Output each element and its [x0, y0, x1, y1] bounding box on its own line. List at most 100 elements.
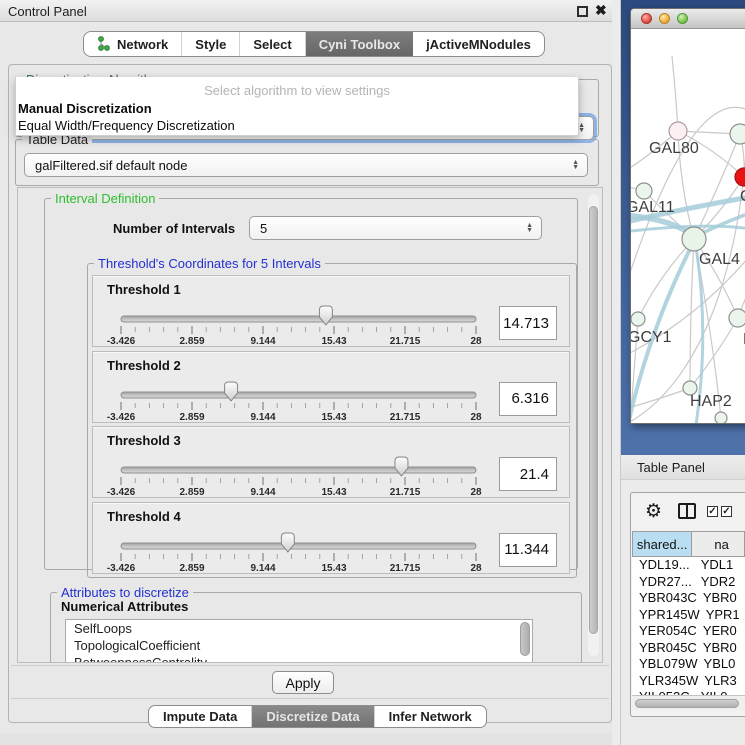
settings-scroll-area: Interval Definition Number of Intervals …	[17, 187, 603, 663]
node-label-GAL4: GAL4	[699, 251, 740, 268]
mac-close-icon[interactable]	[641, 13, 652, 24]
tab-select[interactable]: Select	[240, 32, 305, 56]
table-row[interactable]: YLR345WYLR3	[632, 673, 745, 690]
cell-name[interactable]: YBR0	[697, 590, 745, 607]
scrollbar-thumb[interactable]	[635, 699, 739, 708]
cell-name[interactable]: YPR1	[700, 607, 745, 624]
cell-shared-name[interactable]: YPR145W	[632, 607, 700, 624]
svg-text:28: 28	[470, 563, 482, 574]
table-row[interactable]: YPR145WYPR1	[632, 607, 745, 624]
attribute-item[interactable]: BetweennessCentrality	[66, 654, 532, 663]
threshold-value-field[interactable]: 21.4	[499, 457, 557, 491]
threshold-value-field[interactable]: 6.316	[499, 382, 557, 416]
gear-icon[interactable]: ⚙	[645, 502, 662, 521]
network-node-GCY1[interactable]	[631, 312, 645, 326]
cell-name[interactable]: YBL0	[698, 656, 745, 673]
svg-text:-3.426: -3.426	[107, 412, 136, 423]
checkbox-icon[interactable]: ✓	[721, 506, 732, 517]
cell-name[interactable]: YLR3	[698, 673, 745, 690]
panel-tab-bar: NetworkStyleSelectCyni ToolboxjActiveMNo…	[83, 31, 545, 57]
table-row[interactable]: YER054CYER0	[632, 623, 745, 640]
panel-title: Control Panel	[8, 4, 87, 19]
table-row[interactable]: YBL079WYBL0	[632, 656, 745, 673]
cell-name[interactable]: YER0	[697, 623, 745, 640]
columns-icon[interactable]	[678, 503, 696, 519]
settings-vertical-scrollbar[interactable]	[588, 194, 599, 656]
cell-shared-name[interactable]: YLR345W	[632, 673, 698, 690]
network-node-GAL80[interactable]	[669, 122, 687, 140]
cell-shared-name[interactable]: YBR045C	[632, 640, 697, 657]
tab-discretize-data[interactable]: Discretize Data	[252, 706, 374, 727]
svg-text:-3.426: -3.426	[107, 336, 136, 347]
network-node-GAL11[interactable]	[636, 183, 652, 199]
network-node-GAL4[interactable]	[682, 227, 706, 251]
algorithm-option[interactable]: Equal Width/Frequency Discretization	[18, 118, 235, 133]
network-node-bottom-partial[interactable]	[715, 412, 727, 423]
tab-network[interactable]: Network	[84, 32, 182, 56]
network-edge[interactable]	[690, 318, 738, 388]
threshold-value-field[interactable]: 14.713	[499, 306, 557, 340]
algorithm-option[interactable]: Manual Discretization	[18, 101, 152, 116]
column-header-shared-name[interactable]: shared...	[632, 531, 692, 557]
apply-button[interactable]: Apply	[272, 671, 334, 694]
table-toolbar: ⚙ ✓ ✓	[631, 493, 745, 531]
slider-track[interactable]	[121, 467, 476, 473]
cell-name[interactable]: YDL1	[695, 557, 745, 574]
tab-cyni-toolbox[interactable]: Cyni Toolbox	[306, 32, 413, 56]
network-window-titlebar[interactable]	[631, 9, 745, 29]
number-of-intervals-select[interactable]: 5 ▲▼	[249, 216, 542, 240]
attributes-list-scrollbar[interactable]	[520, 622, 530, 656]
interval-definition-group: Interval Definition Number of Intervals …	[44, 198, 578, 570]
slider-track[interactable]	[121, 316, 476, 322]
cell-shared-name[interactable]: YER054C	[632, 623, 697, 640]
network-edge[interactable]	[631, 215, 692, 235]
attribute-item[interactable]: SelfLoops	[66, 620, 532, 637]
attribute-item[interactable]: TopologicalCoefficient	[66, 637, 532, 654]
checkbox-icon[interactable]: ✓	[707, 506, 718, 517]
scrollbar-thumb[interactable]	[589, 206, 598, 634]
network-node-H-partial[interactable]	[729, 309, 745, 327]
tab-infer-network[interactable]: Infer Network	[375, 706, 486, 727]
cell-name[interactable]: YBR0	[697, 640, 745, 657]
svg-text:-3.426: -3.426	[107, 487, 136, 498]
float-window-icon[interactable]	[577, 6, 588, 17]
svg-text:9.144: 9.144	[250, 336, 275, 347]
slider-track[interactable]	[121, 543, 476, 549]
network-view-window[interactable]: GAL80GCGAL11GAL4GCY1HHAP2	[630, 8, 745, 424]
svg-text:9.144: 9.144	[250, 412, 275, 423]
svg-text:15.43: 15.43	[321, 412, 346, 423]
network-node-G-partial[interactable]	[730, 124, 745, 144]
mac-zoom-icon[interactable]	[677, 13, 688, 24]
threshold-value-field[interactable]: 11.344	[499, 533, 557, 567]
table-row[interactable]: YDR27...YDR2	[632, 574, 745, 591]
threshold-panel: Threshold 2-3.4262.8599.14415.4321.71528…	[92, 351, 570, 423]
table-data-select[interactable]: galFiltered.sif default node ▲▼	[24, 153, 588, 177]
spinner-arrows-icon: ▲▼	[526, 223, 533, 233]
cell-shared-name[interactable]: YBL079W	[632, 656, 698, 673]
tab-impute-data[interactable]: Impute Data	[149, 706, 252, 727]
network-canvas[interactable]: GAL80GCGAL11GAL4GCY1HHAP2	[631, 29, 745, 423]
numerical-attributes-list[interactable]: SelfLoopsTopologicalCoefficientBetweenne…	[65, 619, 533, 663]
table-horizontal-scrollbar[interactable]	[632, 695, 745, 710]
tab-jactivemnodules[interactable]: jActiveMNodules	[413, 32, 544, 56]
cell-shared-name[interactable]: YBR043C	[632, 590, 697, 607]
table-row[interactable]: YBR045CYBR0	[632, 640, 745, 657]
table-panel: ⚙ ✓ ✓ shared... na YDL19...YDL1YDR27...Y…	[630, 492, 745, 717]
svg-text:15.43: 15.43	[321, 487, 346, 498]
mac-minimize-icon[interactable]	[659, 13, 670, 24]
spinner-arrows-icon: ▲▼	[578, 123, 585, 133]
slider-track[interactable]	[121, 392, 476, 398]
close-icon[interactable]: ✖	[595, 2, 607, 19]
cell-shared-name[interactable]: YDR27...	[632, 574, 695, 591]
network-edge[interactable]	[694, 134, 740, 239]
cell-shared-name[interactable]: YDL19...	[632, 557, 695, 574]
cell-name[interactable]: YDR2	[695, 574, 745, 591]
table-row[interactable]: YDL19...YDL1	[632, 557, 745, 574]
number-of-intervals-label: Number of Intervals	[113, 221, 235, 236]
network-edge[interactable]	[672, 56, 678, 131]
table-panel-title: Table Panel	[637, 460, 705, 475]
column-header-name[interactable]: na	[692, 531, 745, 557]
tab-style[interactable]: Style	[182, 32, 240, 56]
panel-splitter[interactable]	[612, 0, 621, 745]
table-row[interactable]: YBR043CYBR0	[632, 590, 745, 607]
